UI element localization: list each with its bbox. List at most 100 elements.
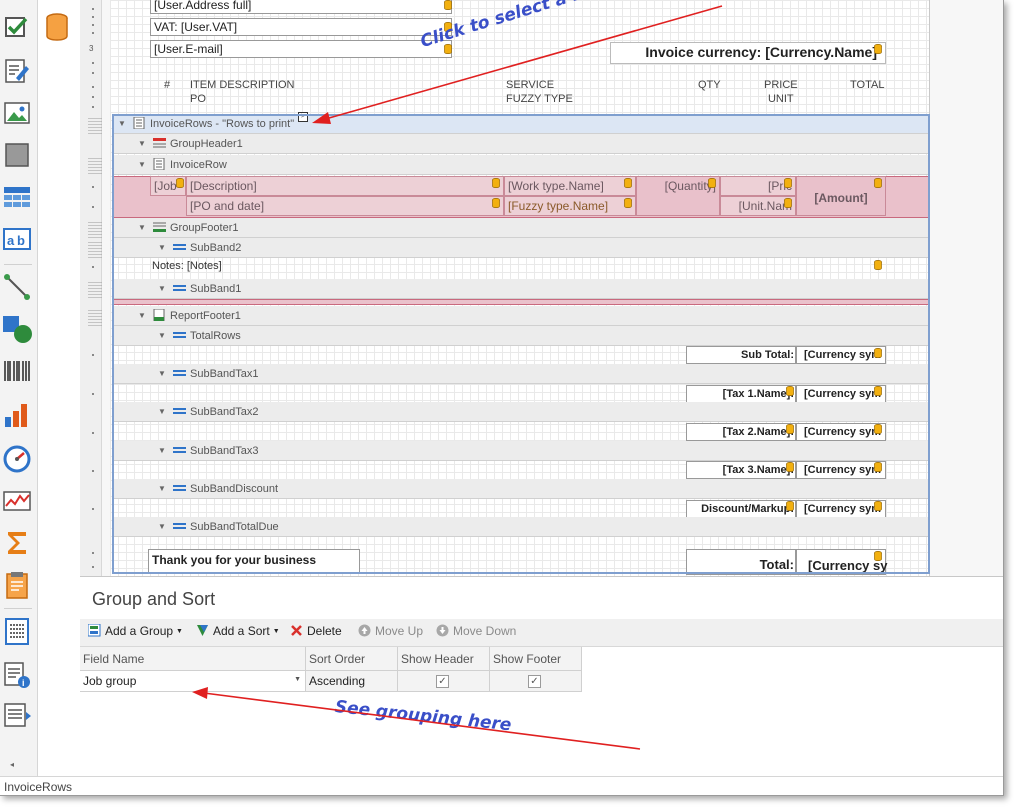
header-service-line1: SERVICE <box>506 79 555 91</box>
collapse-icon[interactable]: ▼ <box>138 139 146 148</box>
band-subband-tax2[interactable]: ▼ SubBandTax2 <box>112 402 930 422</box>
richtext-icon[interactable] <box>2 56 32 86</box>
band-handle[interactable] <box>88 118 102 134</box>
field-name-cell[interactable]: Job group ▼ <box>80 671 306 692</box>
band-handle[interactable] <box>88 242 102 258</box>
summary-icon[interactable] <box>2 528 32 558</box>
line-icon[interactable] <box>2 272 32 302</box>
total-label: Total: <box>759 557 794 572</box>
band-report-footer[interactable]: ▼ ReportFooter1 <box>112 306 930 326</box>
collapse-icon[interactable]: ▼ <box>158 284 166 293</box>
band-subband2[interactable]: ▼ SubBand2 <box>112 238 930 258</box>
collapse-icon[interactable]: ▼ <box>158 243 166 252</box>
binding-icon <box>708 178 716 188</box>
detail-band-icon <box>153 158 165 170</box>
band-subband-tax3[interactable]: ▼ SubBandTax3 <box>112 441 930 461</box>
table-icon[interactable] <box>2 182 32 212</box>
band-subband-tax1[interactable]: ▼ SubBandTax1 <box>112 364 930 384</box>
band-invoice-row[interactable]: ▼ InvoiceRow <box>112 155 930 175</box>
chart-icon[interactable] <box>2 400 32 430</box>
collapse-icon[interactable]: ▼ <box>158 522 166 531</box>
band-handle[interactable] <box>88 310 102 326</box>
add-sort-icon <box>197 625 208 636</box>
collapse-icon[interactable]: ▼ <box>158 331 166 340</box>
column-header-field-name[interactable]: Field Name <box>80 647 306 671</box>
subreport-icon[interactable]: i <box>2 660 32 690</box>
collapse-icon[interactable]: ▼ <box>158 484 166 493</box>
field-name-value: Job group <box>83 674 137 688</box>
barcode-icon[interactable] <box>2 356 32 386</box>
datasource-icon[interactable] <box>44 12 70 42</box>
toolbox-scroll-down-icon[interactable]: ◂ <box>10 760 14 769</box>
description-field[interactable]: [Description] <box>186 176 504 196</box>
sort-order-cell[interactable]: Ascending <box>306 671 398 692</box>
dropdown-caret-icon[interactable]: ▼ <box>294 676 301 683</box>
show-footer-cell[interactable]: ✓ <box>490 671 582 692</box>
collapse-icon[interactable]: ▼ <box>158 369 166 378</box>
binding-icon <box>786 501 794 511</box>
label-icon[interactable]: ab <box>2 224 32 254</box>
shape-icon[interactable] <box>2 314 32 344</box>
show-header-checkbox[interactable]: ✓ <box>436 675 449 688</box>
band-invoice-rows[interactable]: ▼ InvoiceRows - "Rows to print" > <box>112 112 930 134</box>
panel-icon[interactable] <box>2 140 32 170</box>
binding-icon <box>874 551 882 561</box>
pageinfo-icon[interactable] <box>2 570 32 600</box>
picture-icon[interactable] <box>2 98 32 128</box>
collapse-icon[interactable]: ▼ <box>118 119 126 128</box>
band-handle[interactable] <box>88 158 102 174</box>
fuzzy-type-field[interactable]: [Fuzzy type.Name] <box>504 196 636 216</box>
band-subband-discount[interactable]: ▼ SubBandDiscount <box>112 479 930 499</box>
show-footer-checkbox[interactable]: ✓ <box>528 675 541 688</box>
user-vat-field[interactable]: VAT: [User.VAT] <box>150 18 452 36</box>
design-surface[interactable]: [User.Address full] VAT: [User.VAT] [Use… <box>102 0 1003 576</box>
delete-button[interactable]: Delete <box>290 624 342 638</box>
smart-tag-icon[interactable]: > <box>298 112 308 122</box>
collapse-icon[interactable]: ▼ <box>138 223 146 232</box>
svg-text:i: i <box>22 678 25 688</box>
show-header-cell[interactable]: ✓ <box>398 671 490 692</box>
band-group-header[interactable]: ▼ GroupHeader1 <box>112 134 930 154</box>
band-label: SubBandTax1 <box>190 368 259 380</box>
band-handle[interactable] <box>88 282 102 298</box>
band-subband1[interactable]: ▼ SubBand1 <box>112 279 930 299</box>
sparkline-icon[interactable] <box>2 486 32 516</box>
band-group-footer[interactable]: ▼ GroupFooter1 <box>112 218 930 238</box>
binding-icon <box>874 386 882 396</box>
band-label: SubBandTotalDue <box>190 521 279 533</box>
invoice-currency-field[interactable]: Invoice currency: [Currency.Name] <box>610 42 886 64</box>
band-subband-total-due[interactable]: ▼ SubBandTotalDue <box>112 517 930 537</box>
thank-you-field[interactable]: Thank you for your business <box>148 549 360 573</box>
subtotal-currency: [Currency sym <box>804 349 882 361</box>
collapse-icon[interactable]: ▼ <box>158 446 166 455</box>
gauge-icon[interactable] <box>2 444 32 474</box>
move-up-button[interactable]: Move Up <box>358 624 423 638</box>
group-header-icon <box>153 138 166 148</box>
add-sort-button[interactable]: Add a Sort ▼ <box>196 624 280 638</box>
column-header-show-footer[interactable]: Show Footer <box>490 647 582 671</box>
column-header-sort-order[interactable]: Sort Order <box>306 647 398 671</box>
move-down-button[interactable]: Move Down <box>436 624 516 638</box>
po-and-date-field[interactable]: [PO and date] <box>186 196 504 216</box>
toc-icon[interactable] <box>2 616 32 646</box>
binding-icon <box>492 198 500 208</box>
delete-icon <box>291 625 302 636</box>
crossband-icon[interactable] <box>2 700 32 730</box>
amount-field[interactable]: [Amount] <box>796 176 886 216</box>
collapse-icon[interactable]: ▼ <box>138 311 146 320</box>
collapse-icon[interactable]: ▼ <box>138 160 146 169</box>
user-email-field[interactable]: [User.E-mail] <box>150 40 452 58</box>
checkbox-icon[interactable] <box>2 12 32 42</box>
column-header-show-header[interactable]: Show Header <box>398 647 490 671</box>
band-total-rows[interactable]: ▼ TotalRows <box>112 326 930 346</box>
notes-field[interactable]: Notes: [Notes] <box>152 260 222 272</box>
subband1-content[interactable] <box>112 299 930 305</box>
add-group-button[interactable]: Add a Group ▼ <box>88 624 183 638</box>
band-handle[interactable] <box>88 222 102 238</box>
user-address-field[interactable]: [User.Address full] <box>150 0 452 14</box>
header-price-line1: PRICE <box>764 79 798 91</box>
work-type-field[interactable]: [Work type.Name] <box>504 176 636 196</box>
band-label: GroupFooter1 <box>170 222 239 234</box>
collapse-icon[interactable]: ▼ <box>158 407 166 416</box>
toolbox-separator <box>4 264 32 265</box>
